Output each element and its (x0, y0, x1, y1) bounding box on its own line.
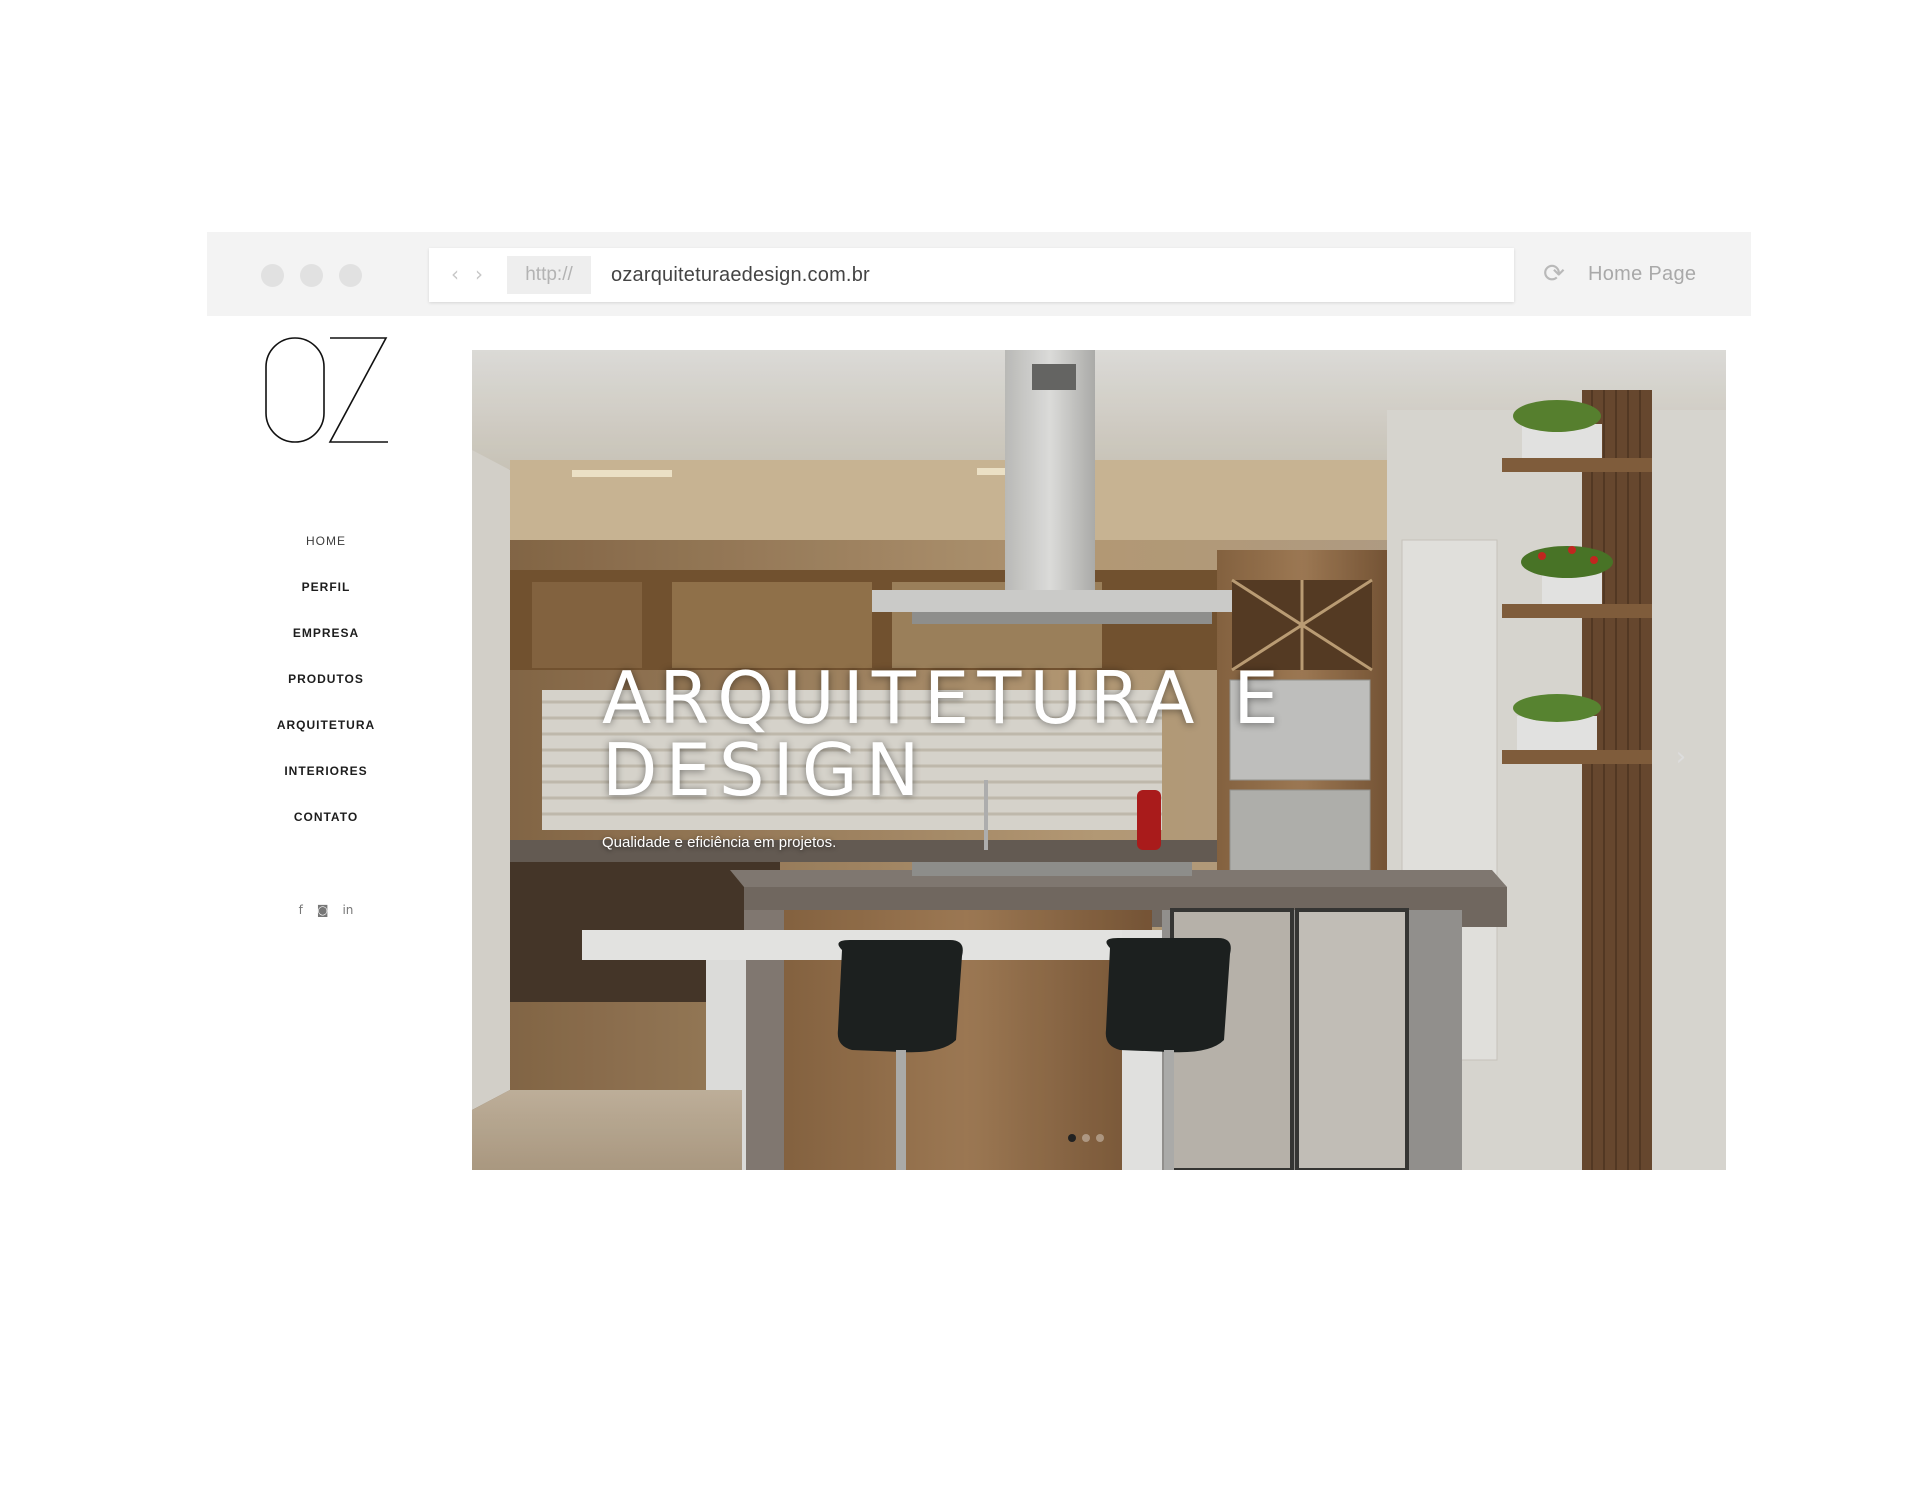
menu-item-contato[interactable]: CONTATO (226, 806, 426, 852)
hero-slider[interactable]: ARQUITETURA E DESIGN Qualidade e eficiên… (472, 350, 1726, 1170)
menu-item-perfil[interactable]: PERFIL (226, 576, 426, 622)
menu-item-interiores[interactable]: INTERIORES (226, 760, 426, 806)
slider-next-icon[interactable]: › (1672, 742, 1690, 772)
forward-arrow-icon[interactable]: › (475, 262, 483, 286)
main-menu: HOME PERFIL EMPRESA PRODUTOS ARQUITETURA… (226, 530, 426, 852)
back-arrow-icon[interactable]: ‹ (451, 262, 459, 286)
social-links: f ◙ in (286, 900, 366, 920)
menu-item-home[interactable]: HOME (226, 530, 426, 576)
home-page-link[interactable]: Home Page (1588, 258, 1696, 290)
slider-dot-1[interactable] (1068, 1134, 1076, 1142)
hero-subtitle: Qualidade e eficiência em projetos. (602, 834, 837, 851)
window-close-dot[interactable] (261, 264, 284, 287)
facebook-icon[interactable]: f (299, 900, 303, 920)
url-text[interactable]: ozarquiteturaedesign.com.br (611, 248, 870, 302)
url-protocol: http:// (507, 256, 591, 294)
address-bar[interactable]: ‹ › http:// ozarquiteturaedesign.com.br (429, 248, 1514, 302)
oz-logo[interactable] (264, 336, 390, 446)
menu-item-arquitetura[interactable]: ARQUITETURA (226, 714, 426, 760)
linkedin-icon[interactable]: in (342, 900, 353, 920)
menu-item-produtos[interactable]: PRODUTOS (226, 668, 426, 714)
hero-title: ARQUITETURA E DESIGN (602, 656, 1287, 812)
slider-pagination (1068, 1134, 1104, 1142)
menu-item-empresa[interactable]: EMPRESA (226, 622, 426, 668)
reload-icon[interactable]: ⟳ (1540, 260, 1568, 288)
slider-dot-3[interactable] (1096, 1134, 1104, 1142)
window-maximize-dot[interactable] (339, 264, 362, 287)
window-minimize-dot[interactable] (300, 264, 323, 287)
slider-dot-2[interactable] (1082, 1134, 1090, 1142)
instagram-icon[interactable]: ◙ (317, 900, 329, 920)
